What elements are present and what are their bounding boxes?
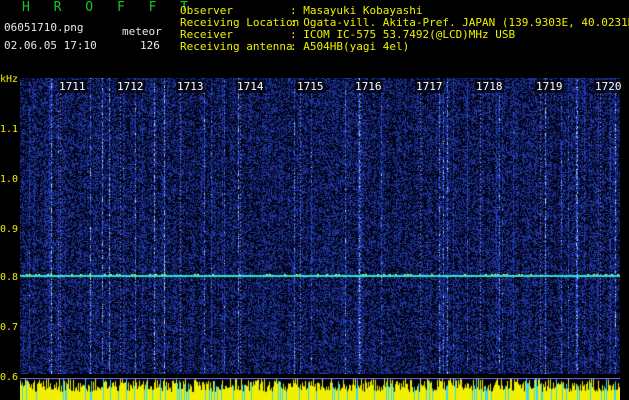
- freq-unit-label: kHz: [0, 74, 19, 85]
- app-title: H R O F F T: [22, 0, 197, 15]
- time-label: 1717: [415, 80, 444, 93]
- time-label: 1712: [116, 80, 145, 93]
- antenna-value: : A504HB(yagi 4el): [290, 40, 410, 53]
- meteor-count: 126: [140, 39, 160, 52]
- time-label: 1713: [176, 80, 205, 93]
- antenna-label: Receiving antenna: [180, 40, 293, 53]
- freq-label: 1.0: [0, 174, 19, 185]
- time-label: 1711: [58, 80, 87, 93]
- file-name: 06051710.png: [4, 21, 84, 34]
- time-label: 1715: [296, 80, 325, 93]
- spectrogram: [20, 78, 620, 374]
- timestamp: 02.06.05 17:10: [4, 39, 97, 52]
- freq-label: 0.6: [0, 372, 19, 383]
- freq-label: 0.9: [0, 224, 19, 235]
- mode-label: meteor: [122, 25, 162, 38]
- time-label: 1720: [594, 80, 623, 93]
- freq-label: 0.7: [0, 322, 19, 333]
- time-label: 1718: [475, 80, 504, 93]
- time-label: 1716: [354, 80, 383, 93]
- freq-label: 1.1: [0, 124, 19, 135]
- time-label: 1714: [236, 80, 265, 93]
- intensity-strip: [20, 378, 620, 400]
- time-label: 1719: [535, 80, 564, 93]
- freq-label: 0.8: [0, 272, 19, 283]
